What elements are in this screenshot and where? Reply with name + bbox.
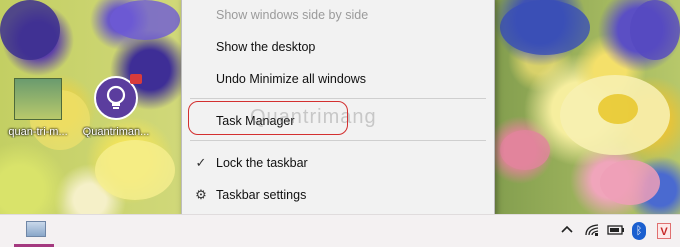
menu-item-label: Show windows side by side — [216, 8, 369, 22]
menu-item-label: Lock the taskbar — [216, 156, 308, 170]
desktop-icon-label: Quantriman... — [82, 126, 150, 138]
desktop-icon-label: quan-tri-m... — [8, 126, 68, 138]
menu-item-lock-the-taskbar[interactable]: ✓ Lock the taskbar — [182, 149, 494, 177]
wallpaper-flower — [598, 94, 638, 124]
image-file-icon — [14, 78, 62, 120]
wallpaper-flower — [500, 130, 550, 170]
menu-item-label: Taskbar settings — [216, 188, 307, 202]
menu-item-label: Undo Minimize all windows — [216, 72, 367, 86]
menu-item-label: Show the desktop — [216, 40, 316, 54]
menu-separator — [190, 140, 486, 141]
wallpaper-flower — [110, 0, 180, 40]
checkmark-icon: ✓ — [195, 155, 207, 170]
wallpaper-flower — [630, 0, 680, 60]
notification-badge-icon — [130, 74, 142, 84]
wifi-icon[interactable] — [584, 223, 600, 239]
task-manager-highlight-ring — [188, 101, 348, 135]
gear-icon: ⚙ — [195, 187, 207, 202]
wallpaper-flower — [95, 140, 175, 200]
wallpaper-flower — [0, 0, 60, 60]
desktop-icon-quantrimang[interactable]: Quantriman... — [78, 72, 154, 144]
taskbar-running-app[interactable] — [14, 215, 54, 247]
menu-item-show-windows-side-by-side[interactable]: Show windows side by side — [182, 1, 494, 29]
chevron-up-icon[interactable] — [559, 223, 575, 239]
wallpaper-flower — [600, 160, 660, 205]
v-app-icon[interactable]: V — [657, 223, 671, 239]
desktop-icon-quan-tri-mang[interactable]: quan-tri-m... — [0, 72, 76, 144]
wallpaper-flower — [500, 0, 590, 55]
menu-item-taskbar-settings[interactable]: ⚙ Taskbar settings — [182, 181, 494, 209]
battery-icon[interactable] — [607, 223, 624, 239]
menu-item-undo-minimize-all-windows[interactable]: Undo Minimize all windows — [182, 65, 494, 93]
bluetooth-icon[interactable]: ᛒ — [632, 222, 646, 240]
menu-item-show-the-desktop[interactable]: Show the desktop — [182, 33, 494, 61]
menu-separator — [190, 98, 486, 99]
taskbar: ᛒ V — [0, 214, 680, 247]
picture-app-icon — [26, 221, 46, 237]
